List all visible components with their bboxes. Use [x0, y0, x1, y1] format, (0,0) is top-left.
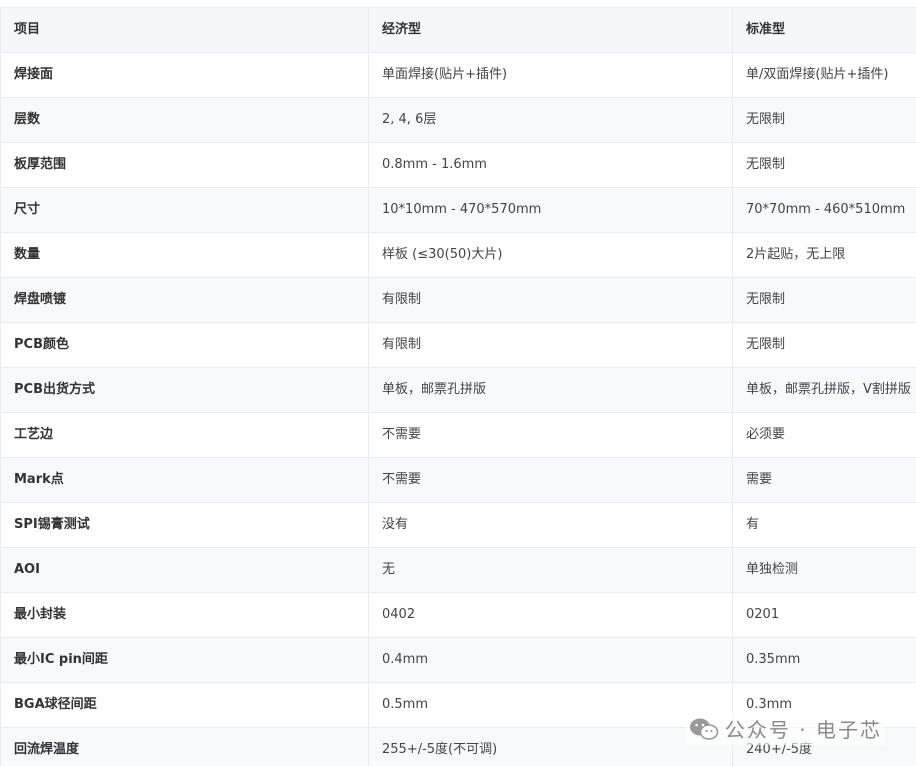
- table-header-row: 项目 经济型 标准型: [0, 7, 916, 53]
- standard-value: 单独检测: [732, 547, 916, 593]
- economy-value: 样板 (≤30(50)大片): [368, 232, 733, 278]
- standard-value: 0201: [732, 592, 916, 638]
- row-label: PCB颜色: [0, 322, 369, 368]
- table-row: 焊接面 单面焊接(贴片+插件) 单/双面焊接(贴片+插件): [0, 52, 916, 98]
- standard-value: 需要: [732, 457, 916, 503]
- standard-value: 必须要: [732, 412, 916, 458]
- economy-value: 0402: [368, 592, 733, 638]
- row-label: 层数: [0, 97, 369, 143]
- row-label: PCB出货方式: [0, 367, 369, 413]
- economy-value: 有限制: [368, 277, 733, 323]
- standard-value: 无限制: [732, 97, 916, 143]
- standard-value: 无限制: [732, 142, 916, 188]
- table-row: 最小IC pin间距 0.4mm 0.35mm: [0, 637, 916, 683]
- table-row: 数量 样板 (≤30(50)大片) 2片起贴，无上限: [0, 232, 916, 278]
- row-label: 回流焊温度: [0, 727, 369, 766]
- row-label: 工艺边: [0, 412, 369, 458]
- economy-value: 255+/-5度(不可调): [368, 727, 733, 766]
- table-row: 工艺边 不需要 必须要: [0, 412, 916, 458]
- economy-value: 2, 4, 6层: [368, 97, 733, 143]
- row-label: 数量: [0, 232, 369, 278]
- economy-value: 不需要: [368, 412, 733, 458]
- standard-value: 无限制: [732, 322, 916, 368]
- standard-value: 有: [732, 502, 916, 548]
- row-label: BGA球径间距: [0, 682, 369, 728]
- row-label: 焊接面: [0, 52, 369, 98]
- economy-value: 无: [368, 547, 733, 593]
- table-row: 层数 2, 4, 6层 无限制: [0, 97, 916, 143]
- header-item: 项目: [0, 7, 369, 53]
- table-row: 焊盘喷镀 有限制 无限制: [0, 277, 916, 323]
- economy-value: 0.8mm - 1.6mm: [368, 142, 733, 188]
- header-standard: 标准型: [732, 7, 916, 53]
- watermark-text: 公众号 · 电子芯: [724, 718, 882, 742]
- economy-value: 不需要: [368, 457, 733, 503]
- watermark: 公众号 · 电子芯: [684, 712, 886, 745]
- row-label: 焊盘喷镀: [0, 277, 369, 323]
- table-row: PCB出货方式 单板，邮票孔拼版 单板，邮票孔拼版，V割拼版: [0, 367, 916, 413]
- standard-value: 单/双面焊接(贴片+插件): [732, 52, 916, 98]
- standard-value: 2片起贴，无上限: [732, 232, 916, 278]
- row-label: SPI锡膏测试: [0, 502, 369, 548]
- spec-comparison-table: 项目 经济型 标准型 焊接面 单面焊接(贴片+插件) 单/双面焊接(贴片+插件)…: [0, 7, 916, 766]
- header-economy: 经济型: [368, 7, 733, 53]
- row-label: 板厚范围: [0, 142, 369, 188]
- row-label: Mark点: [0, 457, 369, 503]
- table-row: SPI锡膏测试 没有 有: [0, 502, 916, 548]
- table-row: PCB颜色 有限制 无限制: [0, 322, 916, 368]
- wechat-icon: [689, 717, 719, 741]
- standard-value: 0.35mm: [732, 637, 916, 683]
- standard-value: 无限制: [732, 277, 916, 323]
- row-label: AOI: [0, 547, 369, 593]
- table-row: AOI 无 单独检测: [0, 547, 916, 593]
- table-row: 最小封装 0402 0201: [0, 592, 916, 638]
- row-label: 尺寸: [0, 187, 369, 233]
- row-label: 最小IC pin间距: [0, 637, 369, 683]
- economy-value: 有限制: [368, 322, 733, 368]
- spec-comparison-table-container: 项目 经济型 标准型 焊接面 单面焊接(贴片+插件) 单/双面焊接(贴片+插件)…: [0, 7, 916, 766]
- row-label: 最小封装: [0, 592, 369, 638]
- standard-value: 70*70mm - 460*510mm: [732, 187, 916, 233]
- table-row: 板厚范围 0.8mm - 1.6mm 无限制: [0, 142, 916, 188]
- standard-value: 单板，邮票孔拼版，V割拼版: [732, 367, 916, 413]
- table-row: 尺寸 10*10mm - 470*570mm 70*70mm - 460*510…: [0, 187, 916, 233]
- economy-value: 0.5mm: [368, 682, 733, 728]
- economy-value: 单板，邮票孔拼版: [368, 367, 733, 413]
- table-row: Mark点 不需要 需要: [0, 457, 916, 503]
- economy-value: 没有: [368, 502, 733, 548]
- economy-value: 0.4mm: [368, 637, 733, 683]
- economy-value: 单面焊接(贴片+插件): [368, 52, 733, 98]
- economy-value: 10*10mm - 470*570mm: [368, 187, 733, 233]
